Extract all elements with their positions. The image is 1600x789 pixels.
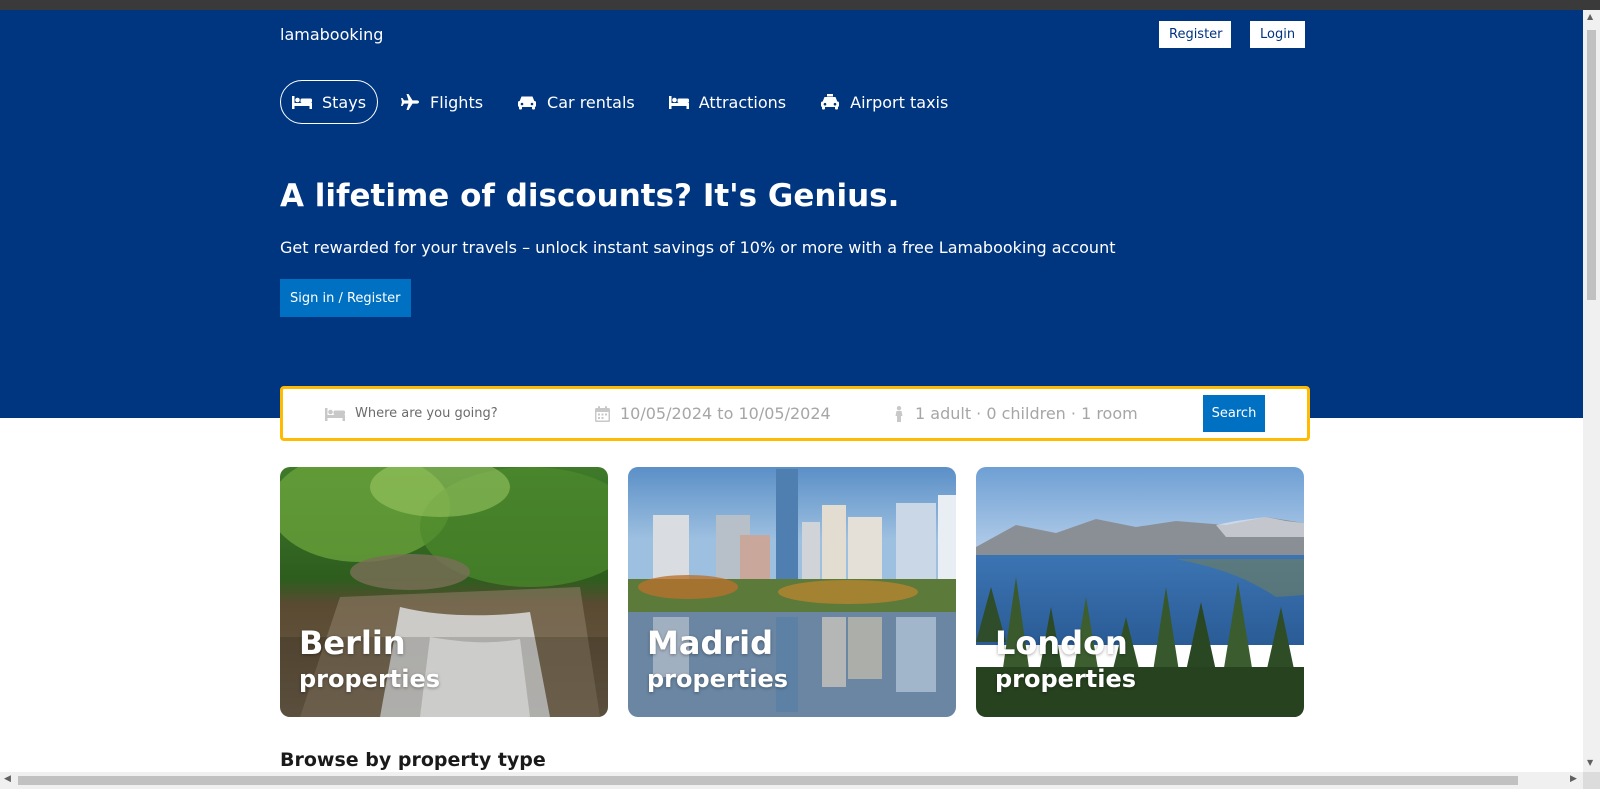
tab-stays[interactable]: Stays	[280, 80, 379, 124]
featured-card-london[interactable]: London properties	[976, 467, 1304, 717]
date-range-field[interactable]: 10/05/2024 to 10/05/2024	[595, 389, 831, 438]
tab-label: Car rentals	[547, 92, 635, 112]
tab-label: Attractions	[698, 92, 787, 112]
bed-icon	[325, 407, 345, 421]
browse-section-title: Browse by property type	[280, 749, 546, 771]
card-subtitle: properties	[299, 665, 441, 693]
vertical-scrollbar[interactable]: ▲ ▼	[1583, 10, 1600, 772]
card-subtitle: properties	[647, 665, 789, 693]
calendar-icon	[595, 405, 610, 422]
scrollbar-corner	[1583, 772, 1600, 789]
tab-label: Airport taxis	[850, 92, 949, 112]
featured-card-berlin[interactable]: Berlin properties	[280, 467, 608, 717]
horizontal-scroll-thumb[interactable]	[18, 776, 1518, 785]
taxi-icon	[821, 94, 840, 110]
bed-icon	[292, 96, 312, 109]
card-city: London	[995, 624, 1128, 662]
tab-label: Flights	[430, 92, 484, 112]
search-bar: 10/05/2024 to 10/05/2024 1 adult · 0 chi…	[280, 386, 1310, 441]
scroll-down-icon[interactable]: ▼	[1587, 758, 1593, 767]
scroll-up-icon[interactable]: ▲	[1587, 12, 1593, 21]
hero-subtitle: Get rewarded for your travels – unlock i…	[280, 238, 1116, 257]
header	[0, 10, 1583, 418]
login-button[interactable]: Login	[1250, 21, 1305, 48]
register-button[interactable]: Register	[1159, 21, 1231, 48]
sign-in-register-button[interactable]: Sign in / Register	[280, 279, 411, 317]
browser-top-strip	[0, 0, 1600, 10]
horizontal-scrollbar[interactable]: ◀ ▶	[0, 772, 1583, 789]
guests-text: 1 adult · 0 children · 1 room	[915, 404, 1138, 423]
tab-label: Stays	[322, 92, 367, 112]
search-button[interactable]: Search	[1203, 395, 1265, 432]
car-icon	[518, 96, 537, 110]
tab-attractions[interactable]: Attractions	[657, 80, 798, 124]
destination-input[interactable]	[355, 406, 555, 421]
date-range-text: 10/05/2024 to 10/05/2024	[620, 404, 831, 423]
tab-flights[interactable]: Flights	[388, 80, 495, 124]
scroll-right-icon[interactable]: ▶	[1570, 774, 1577, 784]
card-subtitle: properties	[995, 665, 1137, 693]
featured-card-madrid[interactable]: Madrid properties	[628, 467, 956, 717]
category-tabs: Stays Flights Car rentals Attractions Ai…	[280, 80, 960, 124]
destination-field[interactable]	[325, 389, 555, 438]
hero-title: A lifetime of discounts? It's Genius.	[280, 178, 900, 214]
plane-icon	[401, 94, 420, 110]
person-icon	[895, 405, 903, 422]
tab-airport-taxis[interactable]: Airport taxis	[808, 80, 960, 124]
bed-icon	[668, 96, 689, 109]
logo[interactable]: lamabooking	[280, 25, 383, 44]
scroll-left-icon[interactable]: ◀	[4, 774, 11, 784]
featured-cities: Berlin properties Madrid properties Lond…	[280, 467, 1304, 717]
tab-car-rentals[interactable]: Car rentals	[505, 80, 647, 124]
guests-field[interactable]: 1 adult · 0 children · 1 room	[893, 389, 1138, 438]
card-city: Berlin	[299, 624, 406, 662]
card-city: Madrid	[647, 624, 773, 662]
vertical-scroll-thumb[interactable]	[1587, 30, 1596, 300]
